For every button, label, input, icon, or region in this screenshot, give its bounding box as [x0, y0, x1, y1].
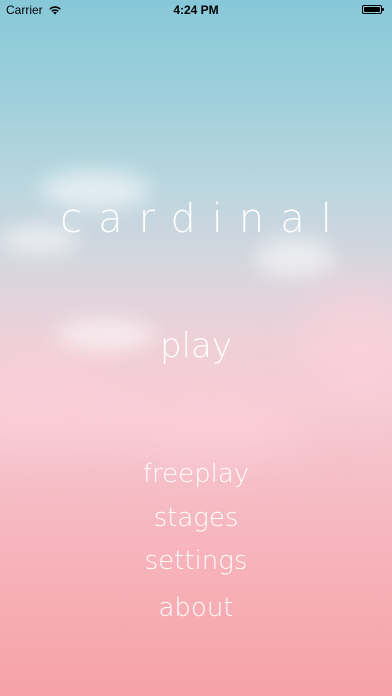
about-button[interactable]: about	[0, 593, 392, 623]
settings-button[interactable]: settings	[0, 546, 392, 576]
battery-icon	[362, 5, 384, 14]
haze-decoration	[100, 380, 320, 460]
app-title: cardinal	[60, 196, 348, 242]
battery-level-fill	[364, 7, 380, 12]
play-button[interactable]: play	[0, 326, 392, 366]
freeplay-button[interactable]: freeplay	[0, 459, 392, 489]
stages-button[interactable]: stages	[0, 503, 392, 533]
app-screen: Carrier 4:24 PM cardinal play freeplay s…	[0, 0, 392, 696]
battery-tip	[382, 8, 384, 11]
cloud-decoration	[255, 238, 335, 278]
status-bar: Carrier 4:24 PM	[0, 0, 392, 20]
status-time: 4:24 PM	[173, 3, 219, 17]
